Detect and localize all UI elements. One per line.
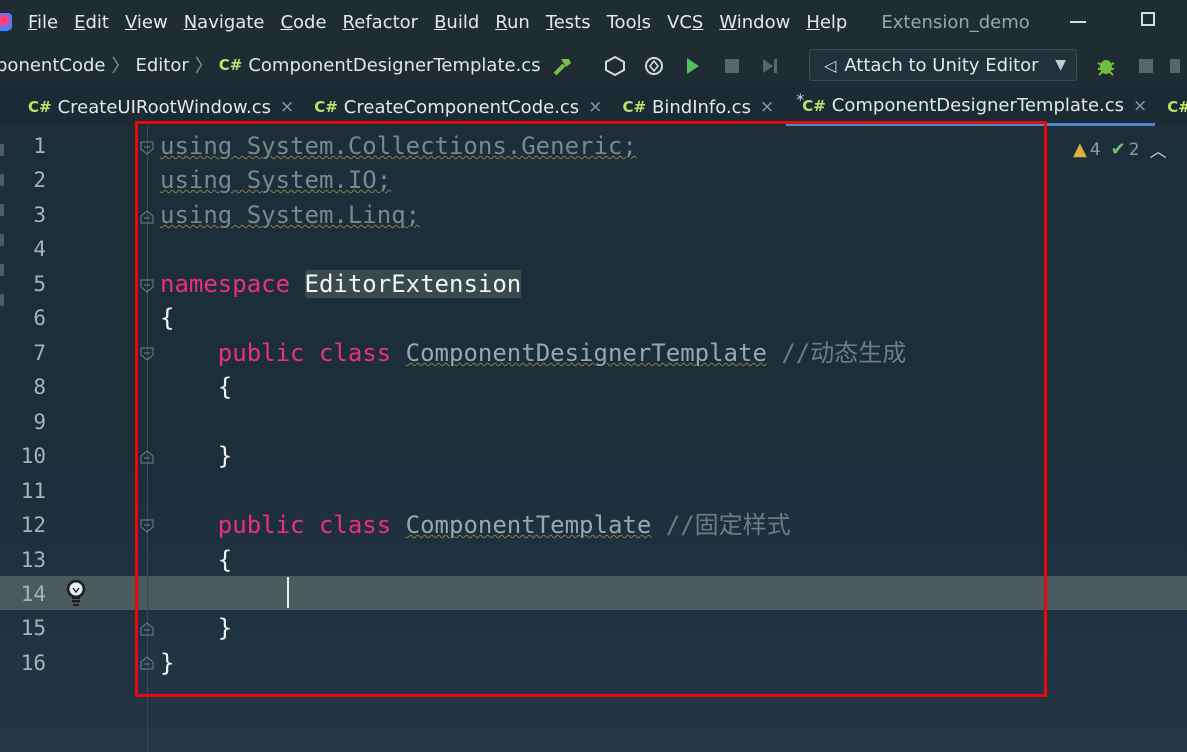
- line-number: 11: [20, 479, 46, 503]
- build-hammer-icon[interactable]: [552, 55, 574, 77]
- line-number: 8: [33, 375, 46, 399]
- menu-item[interactable]: Run: [495, 12, 530, 33]
- stop-icon[interactable]: [721, 55, 743, 77]
- line-number: 13: [20, 548, 46, 572]
- app-logo-icon: [0, 11, 14, 33]
- tab-label: BindInfo.cs: [652, 96, 751, 118]
- warning-icon: ▲: [1073, 139, 1087, 160]
- attach-to-unity-button[interactable]: ◁ Attach to Unity Editor ▼: [809, 49, 1077, 81]
- run-icon[interactable]: [681, 55, 703, 77]
- menu-item[interactable]: VCS: [667, 12, 703, 33]
- close-icon[interactable]: ×: [588, 97, 602, 117]
- line-number: 6: [33, 306, 46, 330]
- line-number: 5: [33, 272, 46, 296]
- csharp-file-icon: C#: [314, 98, 338, 116]
- menu-item[interactable]: Navigate: [184, 12, 265, 33]
- chevron-down-icon: ▼: [1055, 57, 1066, 73]
- menu-item[interactable]: View: [125, 12, 168, 33]
- annotation-highlight-box: [135, 121, 1047, 697]
- unity-sync-icon[interactable]: [643, 55, 665, 77]
- breadcrumb-folder[interactable]: Editor: [135, 55, 188, 76]
- menu-item[interactable]: Code: [280, 12, 326, 33]
- line-number: 15: [20, 616, 46, 640]
- inspection-widget[interactable]: ▲ 4 ✔ 2 ︿: [1073, 137, 1167, 162]
- project-name: Extension_demo: [881, 11, 1030, 33]
- debug-bug-icon[interactable]: [1095, 55, 1117, 77]
- menu-item[interactable]: Help: [806, 12, 847, 33]
- csharp-file-icon: C#: [218, 56, 243, 74]
- line-number: 16: [20, 651, 46, 675]
- more-toolbar-icon[interactable]: [1168, 55, 1187, 77]
- tab-label: CreateComponentCode.cs: [343, 96, 580, 118]
- line-number: 1: [33, 134, 46, 158]
- stop-debug-icon[interactable]: [1135, 55, 1157, 77]
- tab-label: CreateUIRootWindow.cs: [57, 96, 271, 118]
- menu-item[interactable]: Edit: [74, 12, 109, 33]
- menu-bar: File Edit View Navigate Code Refactor Build Run…: [0, 0, 1187, 44]
- breadcrumb-separator-icon: 〉: [111, 56, 130, 77]
- step-icon[interactable]: [759, 55, 781, 77]
- line-number: 10: [20, 444, 46, 468]
- menu-item[interactable]: File: [28, 12, 58, 33]
- line-number: 3: [33, 203, 46, 227]
- menu-item[interactable]: Tools: [607, 12, 651, 33]
- unity-logo-icon: ◁: [824, 55, 837, 75]
- tab-label: ComponentDesignerTemplate.cs: [831, 95, 1125, 116]
- breadcrumb-file[interactable]: ComponentDesignerTemplate.cs: [248, 55, 540, 76]
- tab-overflow[interactable]: C#: [1159, 88, 1187, 126]
- modified-indicator: *: [796, 90, 805, 109]
- menu-item[interactable]: Tests: [546, 12, 591, 33]
- line-number: 12: [20, 513, 46, 537]
- csharp-file-icon: C#: [1167, 98, 1187, 116]
- chevron-up-icon[interactable]: ︿: [1150, 137, 1167, 162]
- unity-refresh-icon[interactable]: [604, 55, 626, 77]
- maximize-icon[interactable]: [1141, 12, 1155, 26]
- csharp-file-icon: C#: [802, 96, 826, 115]
- menu-item[interactable]: Build: [434, 12, 479, 33]
- attach-to-unity-label: Attach to Unity Editor: [844, 54, 1039, 76]
- csharp-file-icon: C#: [622, 98, 647, 116]
- line-number: 14: [20, 582, 46, 606]
- line-number: 7: [33, 341, 46, 365]
- minimize-icon[interactable]: [1070, 21, 1086, 23]
- menu-item[interactable]: Refactor: [343, 12, 419, 33]
- breadcrumb-project[interactable]: ponentCode: [0, 55, 105, 76]
- menu-item[interactable]: Window: [719, 12, 790, 33]
- csharp-file-icon: C#: [28, 98, 52, 116]
- close-icon[interactable]: ×: [760, 97, 774, 117]
- breadcrumb-separator-icon: 〉: [194, 56, 213, 77]
- line-number: 9: [33, 410, 46, 434]
- close-icon[interactable]: ×: [280, 97, 294, 117]
- ok-count: 2: [1128, 139, 1140, 160]
- check-icon: ✔: [1110, 139, 1126, 160]
- lightbulb-icon[interactable]: [63, 578, 89, 608]
- line-number: 4: [33, 237, 46, 261]
- close-icon[interactable]: ×: [1133, 96, 1147, 116]
- line-number: 2: [33, 168, 46, 192]
- warning-count: 4: [1089, 139, 1101, 160]
